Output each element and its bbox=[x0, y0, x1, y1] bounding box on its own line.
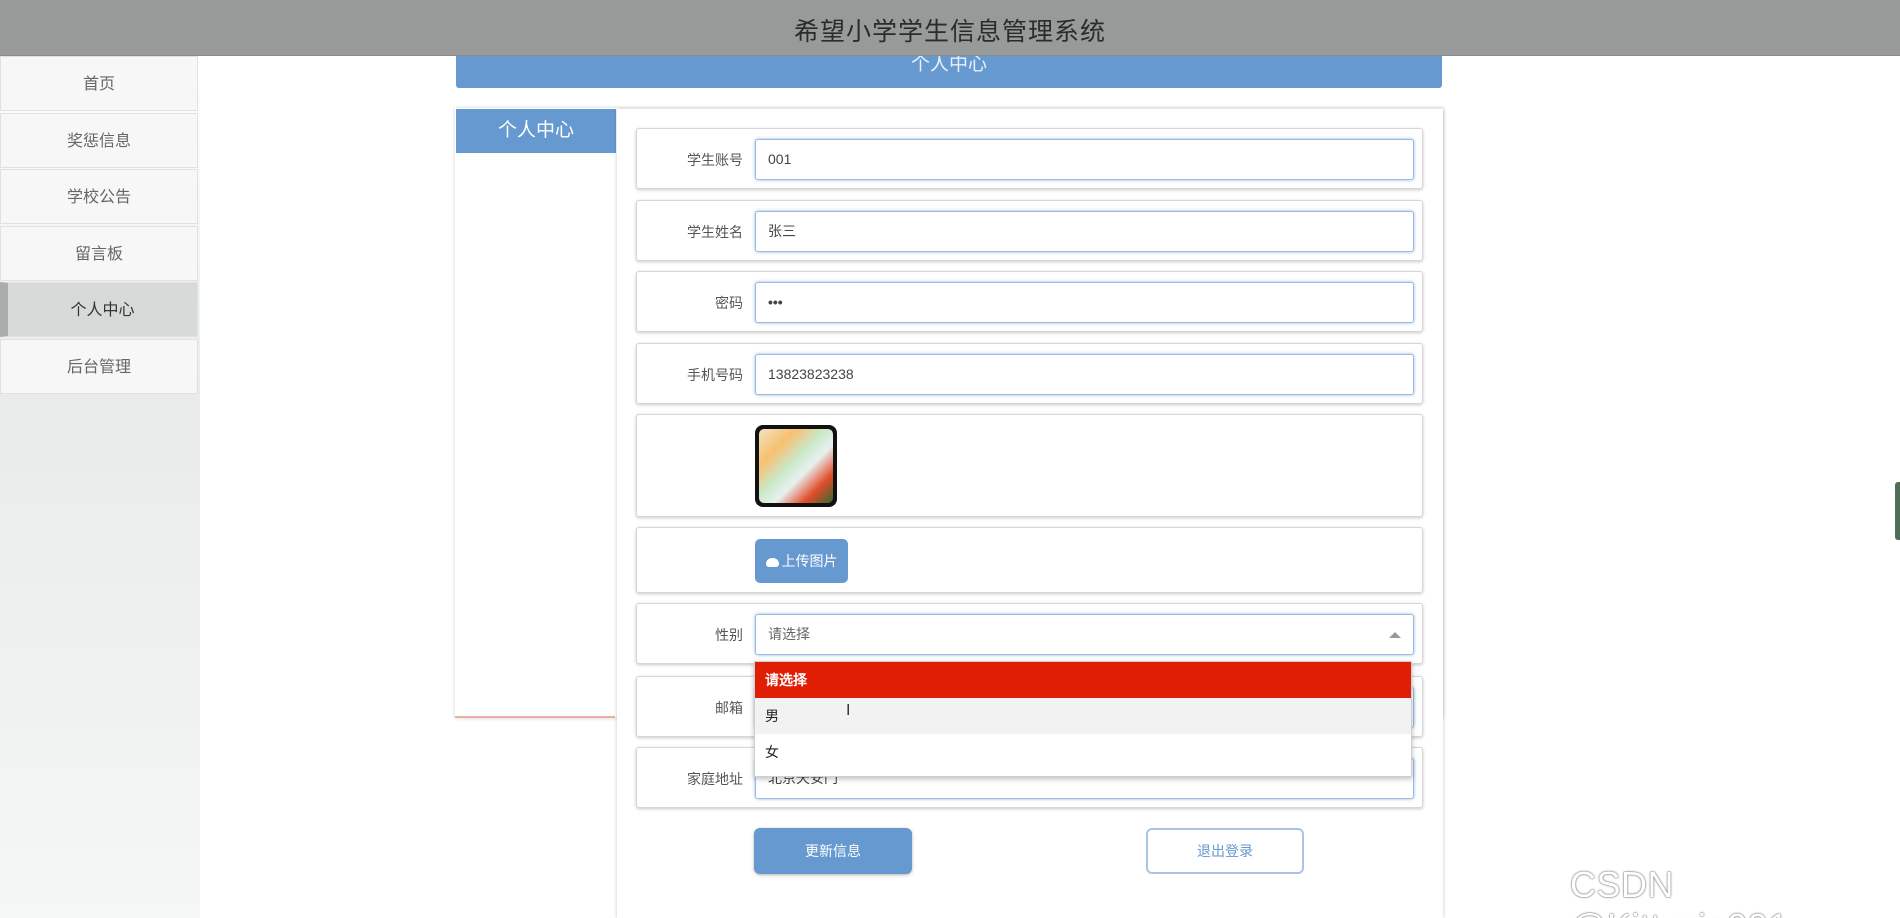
upload-row: 上传图片 bbox=[636, 527, 1423, 593]
account-input[interactable]: 001 bbox=[755, 139, 1414, 180]
password-row: 密码 ••• bbox=[636, 271, 1423, 332]
gender-row: 性别 请选择 bbox=[636, 603, 1423, 664]
address-label: 家庭地址 bbox=[687, 771, 743, 787]
sidebar-item-message-board[interactable]: 留言板 bbox=[0, 226, 198, 281]
phone-label: 手机号码 bbox=[687, 367, 743, 383]
sidebar-item-home[interactable]: 首页 bbox=[0, 56, 198, 111]
gender-select[interactable]: 请选择 bbox=[755, 614, 1414, 655]
name-input[interactable]: 张三 bbox=[755, 211, 1414, 252]
upload-button-label: 上传图片 bbox=[781, 553, 838, 569]
card-divider bbox=[455, 716, 615, 718]
watermark: CSDN @Kittyxia001 bbox=[1570, 864, 1788, 918]
password-input[interactable]: ••• bbox=[755, 282, 1414, 323]
gender-select-value: 请选择 bbox=[768, 626, 810, 642]
sidebar: 首页 奖惩信息 学校公告 留言板 个人中心 后台管理 bbox=[0, 56, 200, 918]
gender-option-placeholder[interactable]: 请选择 bbox=[755, 662, 1411, 698]
app-title: 希望小学学生信息管理系统 bbox=[793, 18, 1106, 46]
account-row: 学生账号 001 bbox=[636, 128, 1423, 189]
tab-personal-center[interactable]: 个人中心 bbox=[456, 109, 616, 153]
update-info-button[interactable]: 更新信息 bbox=[754, 828, 912, 874]
logout-button[interactable]: 退出登录 bbox=[1146, 828, 1304, 874]
name-label: 学生姓名 bbox=[687, 224, 743, 240]
sidebar-item-admin[interactable]: 后台管理 bbox=[0, 339, 198, 394]
upload-image-button[interactable]: 上传图片 bbox=[755, 539, 848, 583]
sidebar-item-personal-center[interactable]: 个人中心 bbox=[0, 282, 198, 337]
avatar-image bbox=[755, 425, 837, 507]
phone-input[interactable]: 13823823238 bbox=[755, 354, 1414, 395]
sidebar-item-rewards[interactable]: 奖惩信息 bbox=[0, 113, 198, 168]
edge-tab bbox=[1895, 482, 1900, 540]
top-header: 希望小学学生信息管理系统 bbox=[0, 0, 1900, 56]
page-banner: 个人中心 bbox=[456, 56, 1442, 88]
chevron-up-icon bbox=[1389, 632, 1401, 638]
sidebar-item-announcements[interactable]: 学校公告 bbox=[0, 169, 198, 224]
password-label: 密码 bbox=[715, 295, 743, 311]
text-cursor-icon: I bbox=[846, 702, 851, 719]
phone-row: 手机号码 13823823238 bbox=[636, 343, 1423, 404]
cloud-upload-icon bbox=[765, 558, 779, 567]
name-row: 学生姓名 张三 bbox=[636, 200, 1423, 261]
avatar-row bbox=[636, 414, 1423, 517]
email-label: 邮箱 bbox=[715, 700, 743, 716]
gender-label: 性别 bbox=[715, 627, 743, 643]
account-label: 学生账号 bbox=[687, 152, 743, 168]
gender-option-female[interactable]: 女 bbox=[755, 734, 1411, 770]
